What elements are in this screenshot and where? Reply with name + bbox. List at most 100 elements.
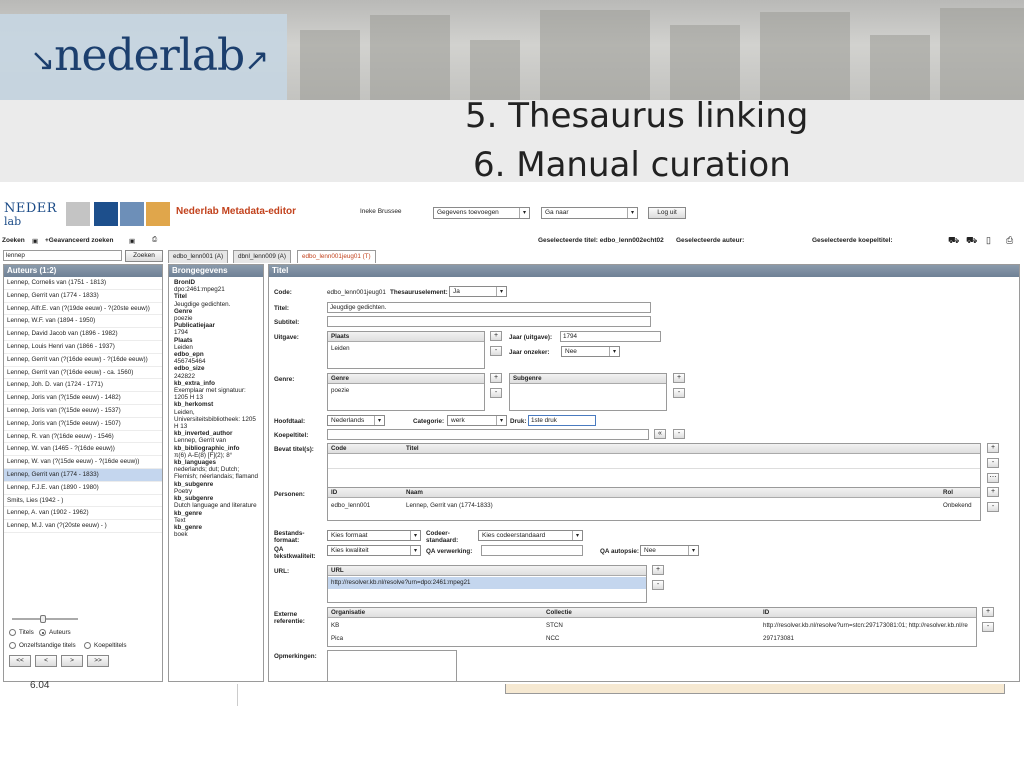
remove-button[interactable]: - xyxy=(652,580,664,590)
subgenre-grid[interactable]: Subgenre xyxy=(509,373,667,411)
edit-button[interactable]: ⋯ xyxy=(987,473,999,483)
add-data-select[interactable]: Gegevens toevoegen ▾ xyxy=(433,207,530,219)
header-banner: ↘nederlab↗ xyxy=(0,0,1024,100)
add-button[interactable]: + xyxy=(490,331,502,341)
add-button[interactable]: + xyxy=(673,373,685,383)
jaar-onzeker-select[interactable]: Nee ▾ xyxy=(561,346,620,357)
code-label: Code: xyxy=(274,289,292,296)
genre-grid[interactable]: Genre poezie xyxy=(327,373,485,411)
form-heading: Titel xyxy=(269,265,1019,277)
author-list-item[interactable]: Lennep, Alfr.E. van (?(19de eeuw) - ?(20… xyxy=(4,303,162,316)
qa-kwaliteit-select[interactable]: Kies kwaliteit ▾ xyxy=(327,545,421,556)
source-field-value: poezie xyxy=(174,315,193,323)
tab-record-active[interactable]: edbo_lenn001jeug01 (T) xyxy=(297,250,376,263)
codeerstandaard-select[interactable]: Kies codeerstandaard ▾ xyxy=(478,530,583,541)
qa-verwerking-input[interactable] xyxy=(481,545,583,556)
add-button[interactable]: + xyxy=(982,607,994,617)
first-page-button[interactable]: << xyxy=(9,655,31,667)
titel-input[interactable]: Jeugdige gedichten. xyxy=(327,302,651,313)
author-list-item[interactable]: Lennep, R. van (?(16de eeuw) - 1546) xyxy=(4,431,162,444)
remove-button[interactable]: - xyxy=(490,388,502,398)
url-grid[interactable]: URL http://resolver.kb.nl/resolve?urn=dp… xyxy=(327,565,647,603)
prev-page-button[interactable]: < xyxy=(35,655,57,667)
author-list-item[interactable]: Lennep, W. van (1465 - ?(16de eeuw)) xyxy=(4,443,162,457)
radio-titels[interactable] xyxy=(9,629,16,636)
chevron-down-icon: ▾ xyxy=(688,546,698,555)
druk-input[interactable]: 1ste druk xyxy=(528,415,596,426)
author-list-item[interactable]: Lennep, Joris van (?(15de eeuw) - 1537) xyxy=(4,405,162,418)
thesaurus-select[interactable]: Ja ▾ xyxy=(449,286,507,297)
chevron-down-icon: ▾ xyxy=(374,416,384,425)
cart-icon[interactable]: ⛟ xyxy=(948,235,959,247)
last-page-button[interactable]: >> xyxy=(87,655,109,667)
externe-label: Externe xyxy=(274,611,298,618)
author-list-item[interactable]: Lennep, Cornelis van (1751 - 1813) xyxy=(4,277,162,290)
goto-select[interactable]: Ga naar ▾ xyxy=(541,207,638,219)
remove-button[interactable]: - xyxy=(982,622,994,632)
author-list-item[interactable]: Lennep, A. van (1902 - 1962) xyxy=(4,507,162,521)
add-button[interactable]: + xyxy=(490,373,502,383)
genre-value: poezie xyxy=(331,387,350,394)
info-icon[interactable]: ▣ xyxy=(129,237,135,245)
externe-referentie-grid[interactable]: Organisatie Collectie ID KB STCN http://… xyxy=(327,607,977,647)
author-list-item[interactable]: Lennep, Joris van (?(15de eeuw) - 1507) xyxy=(4,418,162,431)
search-input[interactable]: lennep xyxy=(3,250,122,261)
search-button[interactable]: Zoeken xyxy=(125,250,163,262)
radio-koepeltitels[interactable] xyxy=(84,642,91,649)
remove-button[interactable]: - xyxy=(673,388,685,398)
personen-grid[interactable]: ID Naam Rol edbo_lenn001 Lennep, Gerrit … xyxy=(327,487,981,521)
pers-rol-value: Onbekend xyxy=(943,502,972,509)
qa-autopsie-label: QA autopsie: xyxy=(600,548,639,555)
bestandsformaat-select[interactable]: Kies formaat ▾ xyxy=(327,530,421,541)
next-page-button[interactable]: > xyxy=(61,655,83,667)
ext-id-header: ID xyxy=(763,609,770,616)
logout-button[interactable]: Log uit xyxy=(648,207,686,219)
print-icon[interactable]: ⎙ xyxy=(152,236,157,244)
bevat-label: Bevat titel(s): xyxy=(274,446,314,453)
author-list-item[interactable]: Lennep, Joris van (?(15de eeuw) - 1482) xyxy=(4,392,162,405)
hoofdtaal-select[interactable]: Nederlands ▾ xyxy=(327,415,385,426)
author-list-item[interactable]: Lennep, Gerrit van (1774 - 1833) xyxy=(4,468,162,482)
author-list-item[interactable]: Lennep, Gerrit van (?(16de eeuw) - ca. 1… xyxy=(4,367,162,380)
author-list-item[interactable]: Lennep, W.F. van (1894 - 1950) xyxy=(4,315,162,329)
radio-onzelfstandige[interactable] xyxy=(9,642,16,649)
chevron-down-icon: ▾ xyxy=(609,347,619,356)
author-list-item[interactable]: Lennep, F.J.E. van (1890 - 1980) xyxy=(4,482,162,495)
remove-button[interactable]: - xyxy=(673,429,685,439)
remove-button[interactable]: - xyxy=(987,458,999,468)
author-list-item[interactable]: Lennep, Gerrit van (?(16de eeuw) - ?(16d… xyxy=(4,354,162,367)
bevat-grid[interactable]: Code Titel xyxy=(327,443,981,491)
remove-button[interactable]: - xyxy=(490,346,502,356)
underlying-slide-fragment: 6.04 xyxy=(0,680,1024,706)
tab-record[interactable]: dbnl_lenn009 (A) xyxy=(233,250,291,263)
document-icon[interactable]: ▯ xyxy=(986,235,991,246)
author-list-item[interactable]: Lennep, David Jacob van (1896 - 1982) xyxy=(4,328,162,341)
advanced-search-link[interactable]: +Geavanceerd zoeken xyxy=(45,237,113,244)
categorie-select[interactable]: werk ▾ xyxy=(447,415,507,426)
tab-record[interactable]: edbo_lenn001 (A) xyxy=(168,250,229,263)
opmerkingen-textarea[interactable] xyxy=(327,650,457,682)
author-list-item[interactable]: Lennep, Gerrit van (1774 - 1833) xyxy=(4,290,162,303)
add-button[interactable]: + xyxy=(652,565,664,575)
add-button[interactable]: + xyxy=(987,443,999,453)
add-button[interactable]: + xyxy=(987,487,999,497)
print-icon[interactable]: ⎙ xyxy=(1006,235,1013,246)
jaar-input[interactable]: 1794 xyxy=(560,331,661,342)
plaats-grid[interactable]: Plaats Leiden xyxy=(327,331,485,369)
cart-icon[interactable]: ⛟ xyxy=(966,235,977,247)
author-list-item[interactable]: Lennep, M.J. van (?(20ste eeuw) - ) xyxy=(4,520,162,533)
author-list-item[interactable]: Lennep, Joh. D. van (1724 - 1771) xyxy=(4,379,162,393)
remove-button[interactable]: « xyxy=(654,429,666,439)
zoom-slider-handle[interactable] xyxy=(40,615,46,623)
author-list-item[interactable]: Smits, Lies (1942 - ) xyxy=(4,495,162,508)
info-icon[interactable]: ▣ xyxy=(32,237,38,245)
plaats-value: Leiden xyxy=(331,345,350,352)
koepeltitel-input[interactable] xyxy=(327,429,649,440)
qa-autopsie-select[interactable]: Nee ▾ xyxy=(640,545,699,556)
author-list-item[interactable]: Lennep, W. van (?(15de eeuw) - ?(16de ee… xyxy=(4,456,162,469)
remove-button[interactable]: - xyxy=(987,502,999,512)
subtitel-input[interactable] xyxy=(327,316,651,327)
source-field-value: Leiden xyxy=(174,343,193,351)
author-list-item[interactable]: Lennep, Louis Henri van (1866 - 1937) xyxy=(4,341,162,354)
radio-auteurs[interactable] xyxy=(39,629,46,636)
